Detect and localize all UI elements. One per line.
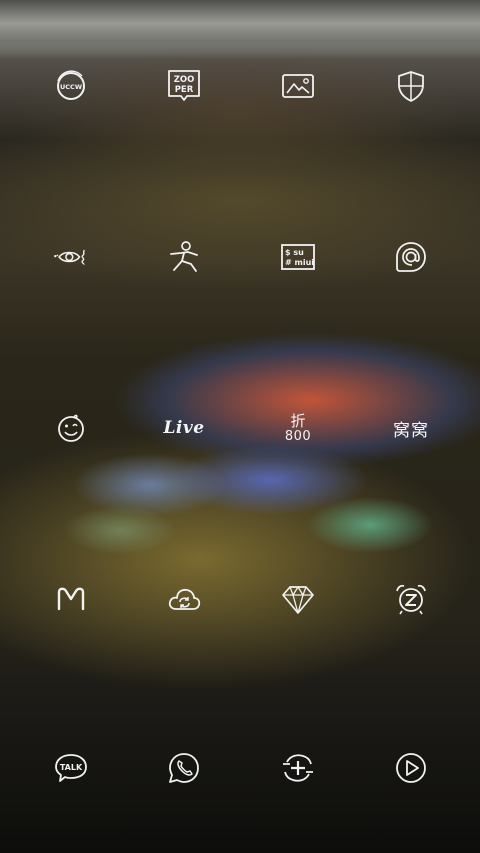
circle-plus-arrows-icon bbox=[283, 754, 313, 782]
talk-bubble-icon: TALK bbox=[55, 754, 87, 782]
zooper-app-icon[interactable]: ZOO PER bbox=[162, 64, 206, 108]
zhe800-number-label: 800 bbox=[284, 428, 312, 444]
superuser-app-icon[interactable]: $ su # miui bbox=[276, 235, 320, 279]
app-icon-grid: UCCW ZOO PER $ su # miui Live 折 800 窝窝 M… bbox=[0, 0, 480, 853]
live-label: Live bbox=[163, 418, 205, 438]
gmail-letter: M bbox=[54, 581, 55, 583]
zooper-label-bottom: PER bbox=[175, 85, 194, 95]
gmail-app-icon[interactable]: M bbox=[49, 577, 93, 621]
zooper-label-top: ZOO bbox=[174, 75, 195, 85]
terminal-icon: $ su # miui bbox=[281, 244, 315, 270]
zhe800-icon: 折 800 bbox=[284, 411, 312, 444]
running-man-icon bbox=[170, 241, 198, 272]
su-label: $ su bbox=[285, 248, 304, 257]
cloud-sync-icon bbox=[168, 588, 201, 610]
gallery-app-icon[interactable] bbox=[276, 64, 320, 108]
phone-bubble-icon bbox=[169, 753, 199, 783]
zhe-label: 折 bbox=[290, 411, 306, 430]
diamond-icon bbox=[282, 586, 314, 614]
live-app-icon[interactable]: Live bbox=[149, 406, 219, 450]
miui-label: # miui bbox=[285, 258, 314, 267]
at-app-icon[interactable] bbox=[389, 235, 433, 279]
eye-widget-app-icon[interactable] bbox=[49, 235, 93, 279]
circle-plus-app-icon[interactable] bbox=[276, 746, 320, 790]
wowo-label: 窝窝 bbox=[393, 420, 429, 441]
image-icon bbox=[282, 74, 314, 98]
talk-label: TALK bbox=[60, 763, 83, 772]
eye-icon bbox=[54, 249, 86, 266]
smiley-icon bbox=[58, 414, 84, 442]
zhe800-app-icon[interactable]: 折 800 bbox=[276, 406, 320, 450]
video-player-app-icon[interactable] bbox=[389, 746, 433, 790]
smiley-app-icon[interactable] bbox=[49, 406, 93, 450]
uccw-icon: UCCW bbox=[57, 70, 85, 100]
uccw-app-icon[interactable]: UCCW bbox=[49, 64, 93, 108]
at-sign-icon bbox=[396, 242, 426, 272]
kakaotalk-app-icon[interactable]: TALK bbox=[49, 746, 93, 790]
zooper-icon: ZOO PER bbox=[168, 70, 200, 101]
diamond-app-icon[interactable] bbox=[276, 577, 320, 621]
wowo-app-icon[interactable]: 窝窝 bbox=[381, 406, 441, 450]
uccw-label: UCCW bbox=[60, 83, 82, 91]
m-letter-icon: M bbox=[54, 581, 85, 611]
shield-icon bbox=[398, 71, 424, 102]
play-icon bbox=[396, 753, 426, 783]
whatsapp-app-icon[interactable] bbox=[162, 746, 206, 790]
fitness-app-icon[interactable] bbox=[162, 235, 206, 279]
alarm-clock-icon bbox=[396, 584, 426, 615]
cloud-sync-app-icon[interactable] bbox=[162, 577, 206, 621]
security-app-icon[interactable] bbox=[389, 64, 433, 108]
alarm-app-icon[interactable] bbox=[389, 577, 433, 621]
